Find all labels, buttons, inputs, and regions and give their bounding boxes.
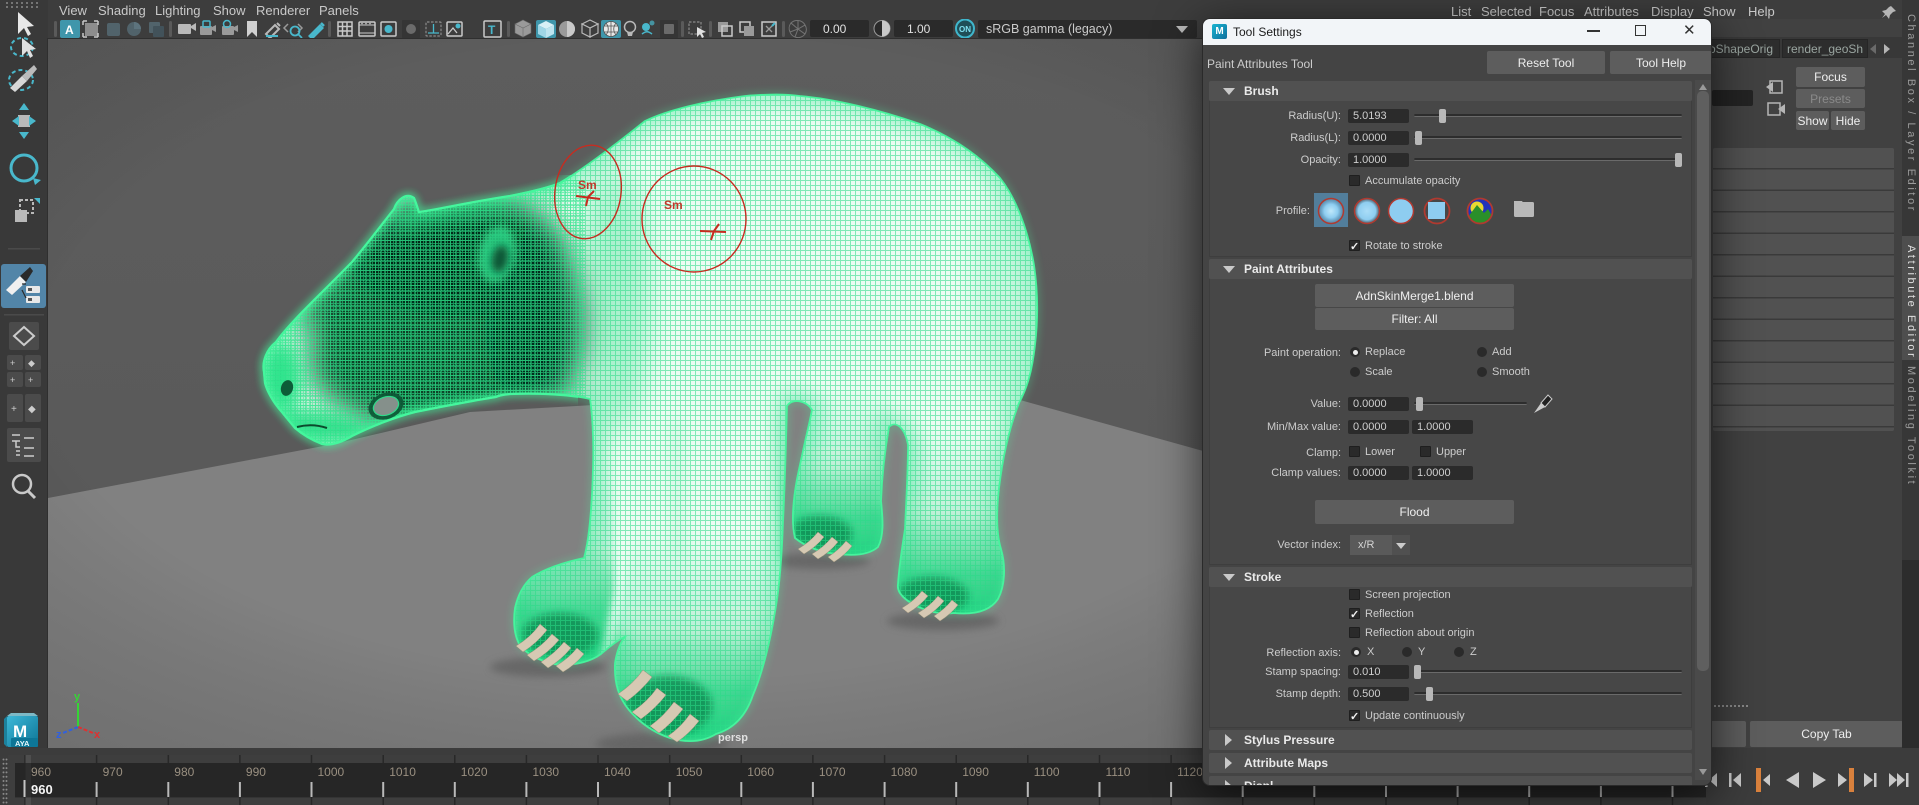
svg-text:1060: 1060 (747, 765, 774, 779)
svg-text:1110: 1110 (1106, 765, 1131, 779)
svg-text:+: + (11, 404, 17, 415)
svg-text:+: + (10, 375, 15, 385)
svg-text:sRGB gamma (legacy): sRGB gamma (legacy) (986, 22, 1112, 36)
svg-text:990: 990 (246, 765, 266, 779)
svg-text:x: x (94, 729, 101, 741)
svg-text:z: z (56, 729, 62, 741)
svg-text:1120: 1120 (1177, 765, 1203, 779)
svg-text:1090: 1090 (962, 765, 989, 779)
svg-text:960: 960 (31, 765, 51, 779)
svg-text:◆: ◆ (28, 404, 36, 415)
svg-text:1030: 1030 (532, 765, 559, 779)
svg-text:T: T (488, 23, 496, 37)
svg-text:Sm: Sm (578, 178, 597, 192)
svg-text:960: 960 (31, 782, 53, 797)
svg-text:1.00: 1.00 (907, 22, 931, 36)
svg-text:1100: 1100 (1034, 765, 1060, 779)
svg-text:1010: 1010 (389, 765, 416, 779)
svg-text:persp: persp (718, 732, 748, 744)
svg-text:+: + (10, 358, 15, 368)
svg-text:970: 970 (103, 765, 123, 779)
svg-text:AYA: AYA (15, 739, 30, 748)
svg-text:A: A (65, 23, 74, 37)
svg-text:y: y (74, 691, 81, 703)
svg-text:+: + (28, 375, 33, 385)
svg-text:980: 980 (174, 765, 194, 779)
svg-text:1070: 1070 (819, 765, 846, 779)
svg-text:1000: 1000 (318, 765, 345, 779)
svg-text:Sm: Sm (664, 198, 683, 212)
svg-text:1040: 1040 (604, 765, 631, 779)
svg-text:ON: ON (959, 25, 971, 34)
svg-text:1080: 1080 (891, 765, 918, 779)
svg-text:1020: 1020 (461, 765, 488, 779)
svg-text:◆: ◆ (28, 358, 35, 368)
svg-text:0.00: 0.00 (823, 22, 847, 36)
svg-text:1050: 1050 (676, 765, 703, 779)
